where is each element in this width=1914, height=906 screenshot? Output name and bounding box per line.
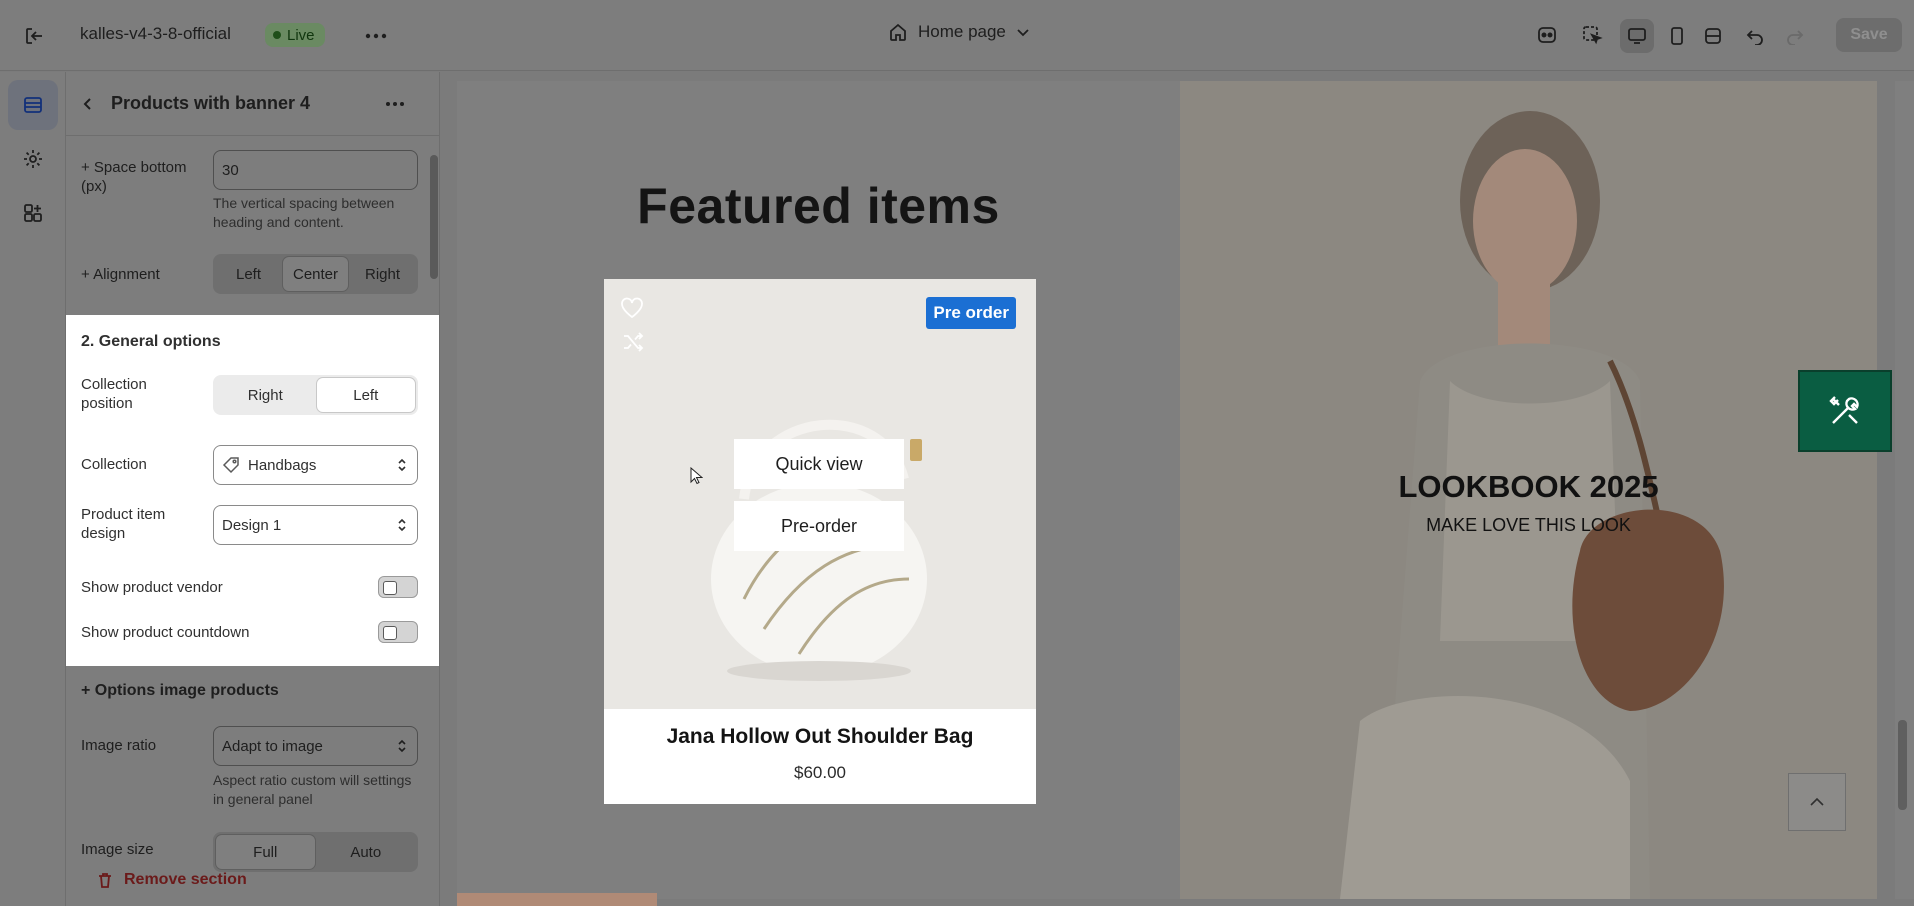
select-arrows-icon — [398, 518, 406, 532]
select-arrows-icon — [398, 739, 406, 753]
featured-items-column: Featured items Pre order Quick view Pre-… — [457, 81, 1180, 899]
select-arrows-icon — [398, 458, 406, 472]
exit-icon[interactable] — [20, 22, 48, 50]
alignment-left-option[interactable]: Left — [216, 257, 281, 291]
collection-position-left-option[interactable]: Left — [316, 378, 415, 412]
quick-view-button[interactable]: Quick view — [734, 439, 904, 489]
collection-value: Handbags — [248, 456, 317, 474]
remove-section-label: Remove section — [124, 871, 247, 888]
panel-more-icon[interactable] — [382, 92, 408, 116]
image-ratio-select[interactable]: Adapt to image — [213, 726, 418, 766]
show-countdown-toggle[interactable] — [378, 621, 418, 643]
store-name: kalles-v4-3-8-official — [80, 24, 231, 43]
space-bottom-value: 30 — [222, 161, 239, 179]
product-item-design-select[interactable]: Design 1 — [213, 505, 418, 545]
inspector-icon[interactable] — [1533, 21, 1561, 49]
collection-select[interactable]: Handbags — [213, 445, 418, 485]
bag-illustration — [604, 279, 1036, 709]
back-arrow-icon[interactable] — [78, 94, 98, 114]
bottom-strip — [457, 893, 657, 906]
collection-position-label: Collection position — [81, 376, 147, 412]
panel-title: Products with banner 4 — [111, 93, 311, 113]
image-size-label: Image size — [81, 841, 154, 858]
home-icon — [890, 23, 906, 41]
show-vendor-toggle[interactable] — [378, 576, 418, 598]
live-status-label: Live — [287, 26, 315, 44]
pre-order-button[interactable]: Pre-order — [734, 501, 904, 551]
image-ratio-value: Adapt to image — [222, 737, 323, 755]
alignment-right-option[interactable]: Right — [350, 257, 415, 291]
apps-nav-button[interactable] — [8, 188, 58, 238]
collection-label: Collection — [81, 456, 147, 473]
preview-scrollbar-thumb[interactable] — [1898, 720, 1907, 810]
theme-settings-nav-button[interactable] — [8, 134, 58, 184]
general-options-heading: 2. General options — [81, 333, 221, 350]
image-ratio-help: Aspect ratio custom will settings in gen… — [213, 772, 412, 807]
page-selector-label: Home page — [918, 22, 1006, 41]
storefront-preview: Featured items Pre order Quick view Pre-… — [457, 81, 1877, 899]
product-card[interactable]: Pre order Quick view Pre-order Jana Holl… — [604, 279, 1036, 804]
panel-scrollbar[interactable] — [430, 155, 438, 279]
redo-icon[interactable] — [1780, 21, 1810, 51]
trash-icon — [99, 873, 111, 888]
wishlist-heart-icon[interactable] — [620, 297, 644, 324]
alignment-center-option[interactable]: Center — [283, 257, 348, 291]
page-selector[interactable]: Home page — [888, 22, 1030, 42]
full-width-view-icon[interactable] — [1696, 19, 1730, 53]
sections-nav-button[interactable] — [8, 80, 58, 130]
show-countdown-label: Show product countdown — [81, 624, 250, 641]
gear-icon — [24, 150, 42, 168]
options-image-heading[interactable]: + Options image products — [81, 682, 279, 700]
collection-position-right-option[interactable]: Right — [216, 378, 315, 412]
image-ratio-label: Image ratio — [81, 737, 157, 754]
left-rail — [0, 72, 66, 906]
mouse-cursor-icon — [689, 466, 704, 490]
undo-icon[interactable] — [1740, 21, 1770, 51]
pre-order-badge: Pre order — [926, 297, 1016, 329]
mobile-view-icon[interactable] — [1660, 19, 1694, 53]
live-status-badge: Live — [265, 23, 325, 47]
product-item-design-value: Design 1 — [222, 516, 282, 534]
tools-icon — [1829, 396, 1859, 424]
select-element-icon[interactable] — [1578, 21, 1606, 49]
alignment-segmented-control: Left Center Right — [213, 254, 418, 294]
save-button[interactable]: Save — [1836, 18, 1902, 52]
panel-header: Products with banner 4 — [66, 72, 439, 136]
apps-icon — [24, 204, 42, 222]
tools-floating-button[interactable] — [1798, 370, 1892, 452]
product-item-design-label: Product item design — [81, 506, 166, 542]
back-to-top-button[interactable] — [1788, 773, 1846, 831]
space-bottom-label: + Space bottom (px) — [81, 159, 187, 195]
alignment-label: + Alignment — [81, 266, 160, 283]
tag-icon — [222, 457, 239, 474]
sections-icon — [24, 97, 42, 113]
lookbook-subtitle: MAKE LOVE THIS LOOK — [1426, 515, 1631, 535]
lookbook-title: LOOKBOOK 2025 — [1398, 469, 1659, 504]
lookbook-banner[interactable]: LOOKBOOK 2025 MAKE LOVE THIS LOOK — [1180, 81, 1877, 899]
remove-section-button[interactable]: Remove section — [66, 862, 440, 898]
desktop-view-icon[interactable] — [1620, 19, 1654, 53]
live-dot-icon — [273, 31, 281, 39]
product-price: $60.00 — [794, 763, 846, 782]
show-vendor-label: Show product vendor — [81, 579, 223, 596]
compare-shuffle-icon[interactable] — [622, 332, 644, 357]
space-bottom-help: The vertical spacing between heading and… — [213, 195, 395, 230]
chevron-down-icon — [1017, 29, 1029, 37]
product-name[interactable]: Jana Hollow Out Shoulder Bag — [604, 725, 1036, 749]
more-options-icon[interactable] — [362, 22, 390, 50]
featured-items-heading: Featured items — [637, 178, 1000, 234]
collection-position-segmented-control: Right Left — [213, 375, 418, 415]
general-options-block: 2. General options Collection position R… — [66, 315, 439, 666]
top-bar: kalles-v4-3-8-official Live Home page Sa… — [0, 0, 1914, 71]
chevron-up-icon — [1810, 797, 1824, 806]
product-image[interactable]: Pre order Quick view Pre-order — [604, 279, 1036, 709]
space-bottom-input[interactable]: 30 — [213, 150, 418, 190]
